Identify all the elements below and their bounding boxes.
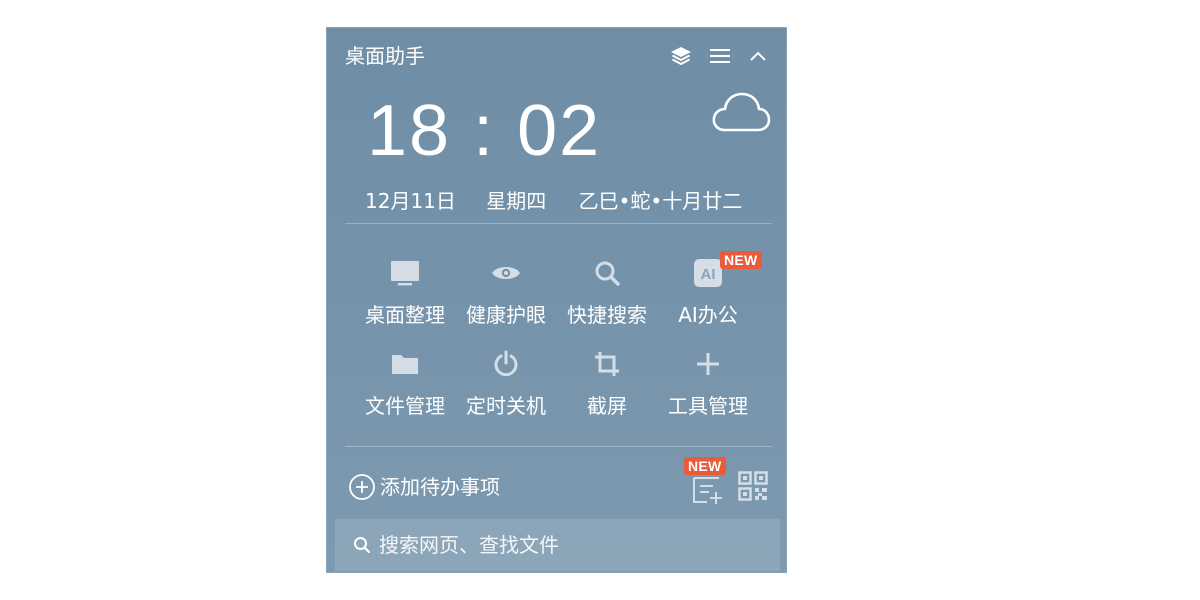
search-icon xyxy=(354,537,371,554)
tool-label: 工具管理 xyxy=(668,394,748,418)
date-row: 12月11日 星期四 乙巳•蛇•十月廿二 xyxy=(365,186,742,216)
tool-scheduled-shutdown[interactable]: 定时关机 xyxy=(456,344,556,424)
lunar-date-text: 乙巳•蛇•十月廿二 xyxy=(578,189,743,213)
weekday-text: 星期四 xyxy=(486,189,547,213)
qr-code-button[interactable] xyxy=(738,471,770,503)
divider xyxy=(345,446,772,447)
search-input[interactable] xyxy=(377,532,741,558)
menu-icon xyxy=(710,49,730,63)
tool-file-manager[interactable]: 文件管理 xyxy=(355,344,455,424)
tool-eye-care[interactable]: 健康护眼 xyxy=(456,253,556,333)
crop-icon xyxy=(591,348,623,380)
desktop-assistant-widget: 桌面助手 18 : 02 12月11日 星期四 乙巳•蛇•十月廿二 桌面整理 健… xyxy=(326,27,787,573)
tool-manage-tools[interactable]: 工具管理 xyxy=(658,344,758,424)
plus-icon xyxy=(692,348,724,380)
menu-button[interactable] xyxy=(707,44,733,68)
folder-icon xyxy=(389,348,421,380)
app-title: 桌面助手 xyxy=(345,44,425,68)
power-icon xyxy=(490,348,522,380)
chevron-up-icon xyxy=(750,51,766,61)
eye-icon xyxy=(490,257,522,289)
tool-quick-search[interactable]: 快捷搜索 xyxy=(557,253,657,333)
add-todo-label: 添加待办事项 xyxy=(380,475,500,499)
todo-list-button[interactable]: NEW xyxy=(684,457,727,504)
new-badge: NEW xyxy=(684,457,726,475)
tool-label: AI办公 xyxy=(678,303,738,327)
divider xyxy=(345,223,772,224)
todo-list-add-icon xyxy=(693,477,722,504)
ai-icon-text: AI xyxy=(701,266,716,283)
widget-header: 桌面助手 xyxy=(345,42,768,70)
layers-icon xyxy=(671,47,691,65)
tool-desktop-organize[interactable]: 桌面整理 xyxy=(355,253,455,333)
new-badge: NEW xyxy=(720,251,762,269)
collapse-button[interactable] xyxy=(745,44,771,68)
qr-code-icon xyxy=(738,471,768,501)
date-text: 12月11日 xyxy=(365,189,456,213)
layers-button[interactable] xyxy=(668,44,694,68)
plus-circle-icon xyxy=(349,474,375,500)
search-icon xyxy=(591,257,623,289)
monitor-icon xyxy=(389,257,421,289)
clock-time: 18 : 02 xyxy=(367,91,602,171)
add-todo-button[interactable]: 添加待办事项 xyxy=(348,472,500,502)
search-bar[interactable] xyxy=(335,519,780,571)
cloud-icon[interactable] xyxy=(711,90,771,136)
tool-screenshot[interactable]: 截屏 xyxy=(557,344,657,424)
tool-ai-office[interactable]: AI NEW AI办公 xyxy=(658,251,762,333)
